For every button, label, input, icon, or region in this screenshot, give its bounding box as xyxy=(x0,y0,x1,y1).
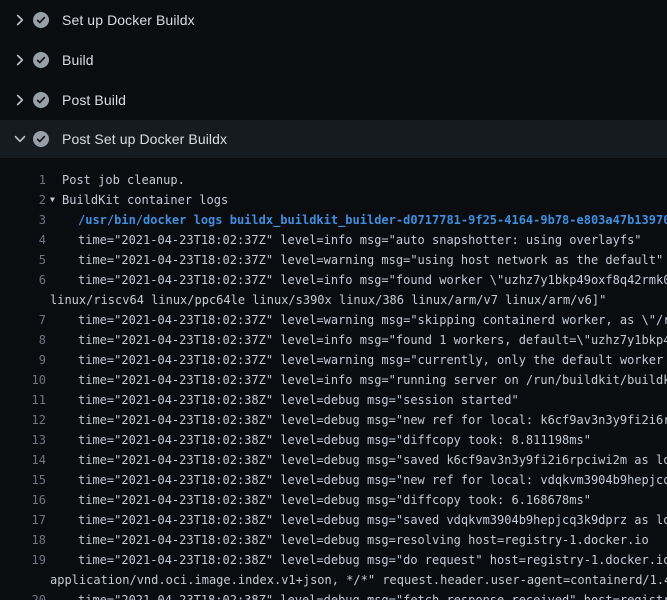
log-line: 2 ▼ BuildKit container logs xyxy=(0,190,667,210)
log-line-number xyxy=(0,290,46,310)
log-line-text: time="2021-04-23T18:02:37Z" level=info m… xyxy=(46,230,642,250)
log-line-number[interactable]: 15 xyxy=(0,470,46,490)
collapse-triangle-icon: ▼ xyxy=(46,190,62,210)
log-line-number[interactable]: 3 xyxy=(0,210,46,230)
log-line-text: time="2021-04-23T18:02:38Z" level=debug … xyxy=(46,490,591,510)
log-line-text: time="2021-04-23T18:02:38Z" level=debug … xyxy=(46,590,667,600)
log-line: 1 Post job cleanup. xyxy=(0,170,667,190)
check-circle-icon xyxy=(33,12,49,28)
step-label: Build xyxy=(62,52,94,68)
log-line-number[interactable]: 11 xyxy=(0,390,46,410)
log-line: 14 time="2021-04-23T18:02:38Z" level=deb… xyxy=(0,450,667,470)
log-line-number[interactable]: 18 xyxy=(0,530,46,550)
log-line-number[interactable]: 17 xyxy=(0,510,46,530)
log-line-number[interactable]: 19 xyxy=(0,550,46,570)
step-row-set-up-docker-buildx[interactable]: Set up Docker Buildx xyxy=(0,0,667,40)
log-line: 6 time="2021-04-23T18:02:37Z" level=info… xyxy=(0,270,667,290)
log-line-number[interactable]: 7 xyxy=(0,310,46,330)
log-line: 10 time="2021-04-23T18:02:37Z" level=inf… xyxy=(0,370,667,390)
log-line-text: time="2021-04-23T18:02:37Z" level=info m… xyxy=(46,270,667,290)
step-label: Post Set up Docker Buildx xyxy=(62,131,227,147)
log-line-text: /usr/bin/docker logs buildx_buildkit_bui… xyxy=(46,210,667,230)
log-line: 13 time="2021-04-23T18:02:38Z" level=deb… xyxy=(0,430,667,450)
log-line-text: time="2021-04-23T18:02:37Z" level=warnin… xyxy=(46,250,663,270)
log-line-text: time="2021-04-23T18:02:37Z" level=info m… xyxy=(46,370,667,390)
log-line-text: time="2021-04-23T18:02:38Z" level=debug … xyxy=(46,430,591,450)
step-row-build[interactable]: Build xyxy=(0,40,667,80)
chevron-right-icon xyxy=(12,92,28,108)
log-line: 17 time="2021-04-23T18:02:38Z" level=deb… xyxy=(0,510,667,530)
log-line: application/vnd.oci.image.index.v1+json,… xyxy=(0,570,667,590)
log-line-text: time="2021-04-23T18:02:38Z" level=debug … xyxy=(46,390,519,410)
log-line-number[interactable]: 4 xyxy=(0,230,46,250)
step-row-post-set-up-docker-buildx[interactable]: Post Set up Docker Buildx xyxy=(0,120,667,158)
log-line: 4 time="2021-04-23T18:02:37Z" level=info… xyxy=(0,230,667,250)
log-line: 9 time="2021-04-23T18:02:37Z" level=warn… xyxy=(0,350,667,370)
log-line-text: time="2021-04-23T18:02:38Z" level=debug … xyxy=(46,410,667,430)
log-line: 11 time="2021-04-23T18:02:38Z" level=deb… xyxy=(0,390,667,410)
log-area: 1 Post job cleanup. 2 ▼ BuildKit contain… xyxy=(0,158,667,600)
log-line: 7 time="2021-04-23T18:02:37Z" level=warn… xyxy=(0,310,667,330)
log-line-number[interactable]: 16 xyxy=(0,490,46,510)
chevron-down-icon xyxy=(12,131,28,147)
log-line-text: time="2021-04-23T18:02:38Z" level=debug … xyxy=(46,530,649,550)
log-line-number[interactable]: 20 xyxy=(0,590,46,600)
log-line: 15 time="2021-04-23T18:02:38Z" level=deb… xyxy=(0,470,667,490)
log-line: 18 time="2021-04-23T18:02:38Z" level=deb… xyxy=(0,530,667,550)
step-label: Set up Docker Buildx xyxy=(62,12,195,28)
log-line-number[interactable]: 1 xyxy=(0,170,46,190)
log-line-number[interactable]: 10 xyxy=(0,370,46,390)
log-line: 12 time="2021-04-23T18:02:38Z" level=deb… xyxy=(0,410,667,430)
log-line-text: time="2021-04-23T18:02:38Z" level=debug … xyxy=(46,550,667,570)
log-line: 20 time="2021-04-23T18:02:38Z" level=deb… xyxy=(0,590,667,600)
log-line: 5 time="2021-04-23T18:02:37Z" level=warn… xyxy=(0,250,667,270)
log-line-number[interactable]: 8 xyxy=(0,330,46,350)
log-line-text: time="2021-04-23T18:02:38Z" level=debug … xyxy=(46,450,667,470)
log-line-number xyxy=(0,570,46,590)
log-line-number[interactable]: 9 xyxy=(0,350,46,370)
log-line: 8 time="2021-04-23T18:02:37Z" level=info… xyxy=(0,330,667,350)
check-circle-icon xyxy=(33,52,49,68)
log-line-text: Post job cleanup. xyxy=(46,170,185,190)
log-line-number[interactable]: 5 xyxy=(0,250,46,270)
log-line-text: time="2021-04-23T18:02:37Z" level=info m… xyxy=(46,330,667,350)
log-line-text: linux/riscv64 linux/ppc64le linux/s390x … xyxy=(46,290,606,310)
log-line: linux/riscv64 linux/ppc64le linux/s390x … xyxy=(0,290,667,310)
step-row-post-build[interactable]: Post Build xyxy=(0,80,667,120)
log-line-text: time="2021-04-23T18:02:38Z" level=debug … xyxy=(46,470,667,490)
log-line-text: time="2021-04-23T18:02:37Z" level=warnin… xyxy=(46,350,667,370)
log-line: 16 time="2021-04-23T18:02:38Z" level=deb… xyxy=(0,490,667,510)
log-line-number[interactable]: 6 xyxy=(0,270,46,290)
check-circle-icon xyxy=(33,131,49,147)
steps-list: Set up Docker Buildx Build xyxy=(0,0,667,158)
log-line-text: time="2021-04-23T18:02:38Z" level=debug … xyxy=(46,510,667,530)
check-circle-icon xyxy=(33,92,49,108)
chevron-right-icon xyxy=(12,52,28,68)
log-line: 3 /usr/bin/docker logs buildx_buildkit_b… xyxy=(0,210,667,230)
chevron-right-icon xyxy=(12,12,28,28)
log-line-text: time="2021-04-23T18:02:37Z" level=warnin… xyxy=(46,310,667,330)
log-line-text: application/vnd.oci.image.index.v1+json,… xyxy=(46,570,667,590)
log-line-number[interactable]: 14 xyxy=(0,450,46,470)
log-line-number[interactable]: 13 xyxy=(0,430,46,450)
log-line: 19 time="2021-04-23T18:02:38Z" level=deb… xyxy=(0,550,667,570)
log-line-number[interactable]: 2 xyxy=(0,190,46,210)
step-label: Post Build xyxy=(62,92,126,108)
log-line-number[interactable]: 12 xyxy=(0,410,46,430)
log-viewer: Set up Docker Buildx Build xyxy=(0,0,667,600)
log-group-toggle[interactable]: BuildKit container logs xyxy=(62,190,228,210)
